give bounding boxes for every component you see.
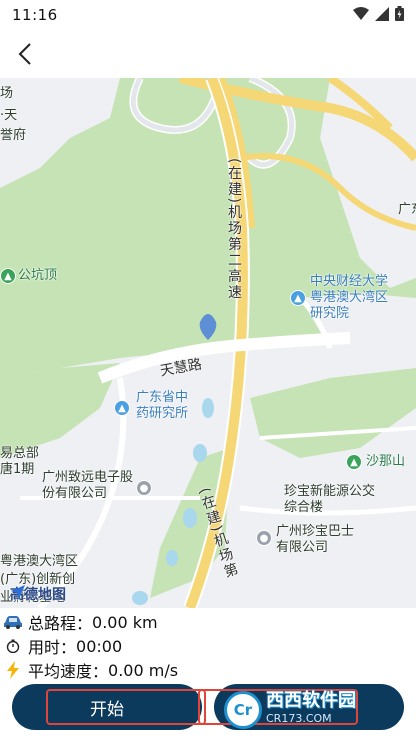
lightning-icon — [2, 661, 24, 679]
time-row: 用时： 00:00 — [0, 634, 416, 658]
time-value: 00:00 — [76, 636, 123, 656]
map-label: ·天 — [0, 108, 18, 123]
map-label: 广东省中药研究所 — [136, 390, 189, 421]
school-icon: ▲ — [290, 290, 306, 306]
mountain-icon: ▲ — [0, 268, 16, 284]
trip-stats: 总路程： 0.00 km 用时： 00:00 平均速度： 0.00 m/s — [0, 610, 416, 682]
top-bar — [0, 30, 416, 78]
amap-logo: 高德地图 — [10, 584, 66, 604]
location-icon: ● — [256, 530, 272, 546]
distance-row: 总路程： 0.00 km — [0, 610, 416, 634]
distance-value: 0.00 km — [92, 612, 158, 632]
navigation-arrow-icon — [11, 585, 25, 599]
speed-value: 0.00 m/s — [108, 660, 179, 680]
speed-row: 平均速度： 0.00 m/s — [0, 658, 416, 682]
institute-icon: ▲ — [114, 400, 130, 416]
map-label: 场 — [0, 86, 14, 101]
highlight-box — [198, 689, 358, 725]
map-view[interactable]: 场 ·天 誉府 广东文 ▲ 公坑顶 (在建)机场第二高速 天慧路 ▲ 中央财经大… — [0, 78, 416, 608]
map-label: 广州珍宝巴士有限公司 — [276, 524, 355, 555]
start-button[interactable]: 开始 — [12, 684, 206, 730]
mountain-icon: ▲ — [346, 454, 362, 470]
map-label: 易总部唐1期 — [0, 446, 40, 477]
location-icon: ● — [136, 480, 152, 496]
start-button-label: 开始 — [90, 699, 124, 720]
status-time: 11:16 — [12, 6, 58, 24]
distance-label: 总路程： — [28, 614, 93, 633]
back-button[interactable] — [10, 38, 40, 70]
map-label: 珍宝新能源公交综合楼 — [284, 484, 376, 515]
wifi-icon — [353, 6, 369, 25]
map-label: 公坑顶 — [18, 268, 58, 283]
battery-icon — [395, 5, 404, 25]
action-buttons: 开始 — [0, 684, 416, 734]
map-label: 粤港澳大湾区 — [0, 554, 79, 569]
status-bar: 11:16 — [0, 0, 416, 30]
chevron-left-icon — [18, 43, 31, 65]
map-label: 广东文 — [398, 202, 416, 217]
status-icons — [353, 5, 404, 25]
map-label: 广州致远电子股份有限公司 — [42, 470, 134, 501]
road-label: (在建)机场第二高速 — [226, 158, 242, 301]
stopwatch-icon — [2, 639, 24, 653]
map-label: 中央财经大学粤港澳大湾区研究院 — [310, 274, 389, 321]
car-icon — [2, 615, 24, 629]
second-action-button[interactable] — [198, 684, 404, 730]
map-label: 誉府 — [0, 128, 27, 143]
signal-icon — [375, 6, 389, 25]
time-label: 用时： — [28, 638, 77, 657]
highlight-box — [46, 689, 206, 725]
speed-label: 平均速度： — [28, 662, 109, 681]
map-label: 沙那山 — [366, 454, 406, 469]
